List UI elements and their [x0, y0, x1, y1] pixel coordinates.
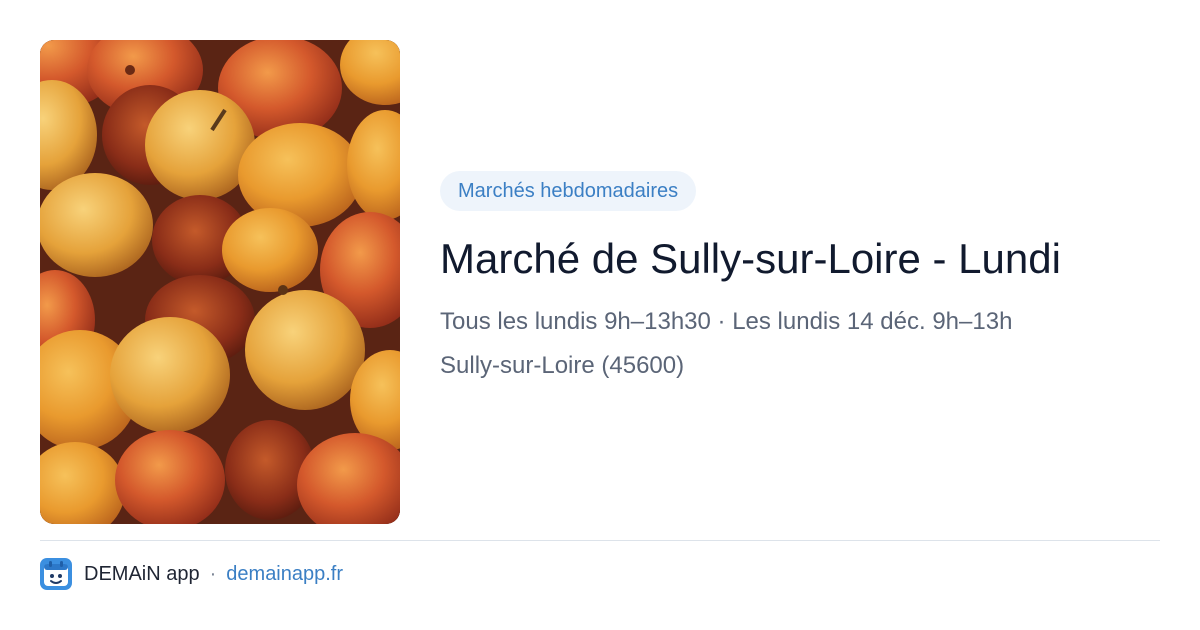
- location-text: Sully-sur-Loire (45600): [440, 352, 685, 379]
- schedule-text: Tous les lundis 9h–13h30 · Les lundis 14…: [440, 308, 1013, 335]
- app-name: DEMAiN app: [84, 562, 200, 585]
- divider: [40, 540, 1160, 541]
- preview-content: Marchés hebdomadaires Marché de Sully-su…: [440, 171, 1160, 381]
- footer-separator: ·: [209, 562, 217, 585]
- link-preview-card[interactable]: Marchés hebdomadaires Marché de Sully-su…: [0, 0, 1200, 630]
- site-link[interactable]: demainapp.fr: [226, 563, 343, 586]
- demain-app-icon: [40, 558, 72, 590]
- category-tag[interactable]: Marchés hebdomadaires: [440, 171, 697, 211]
- footer: DEMAiN app · demainapp.fr: [40, 558, 343, 590]
- apricots-photo: [40, 40, 400, 524]
- page-title[interactable]: Marché de Sully-sur-Loire - Lundi: [440, 233, 1160, 285]
